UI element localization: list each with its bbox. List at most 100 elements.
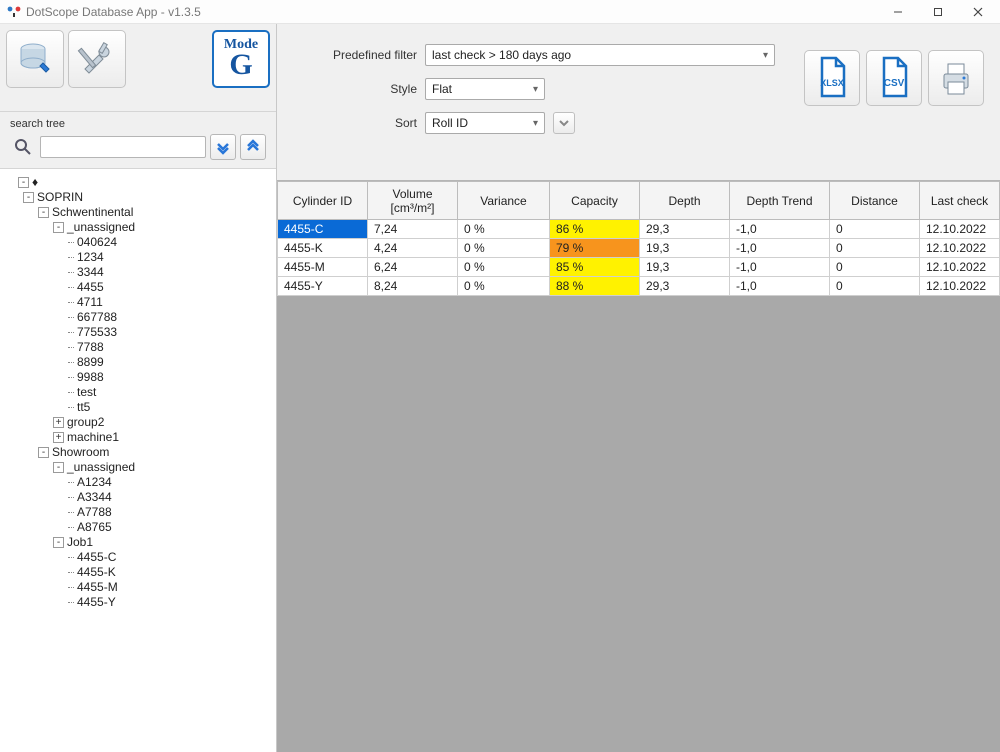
tree-item[interactable]: A1234: [77, 475, 112, 489]
table-cell[interactable]: 4455-M: [278, 258, 368, 277]
mode-g-button[interactable]: Mode G: [212, 30, 270, 88]
table-cell[interactable]: 0: [830, 239, 920, 258]
table-cell[interactable]: 4455-Y: [278, 277, 368, 296]
tree-item[interactable]: A8765: [77, 520, 112, 534]
sort-direction-button[interactable]: [553, 112, 575, 134]
table-cell[interactable]: -1,0: [730, 220, 830, 239]
maximize-button[interactable]: [918, 0, 958, 24]
table-cell[interactable]: 88 %: [550, 277, 640, 296]
table-cell[interactable]: 29,3: [640, 220, 730, 239]
tree-item[interactable]: 3344: [77, 265, 104, 279]
column-header[interactable]: Variance: [458, 182, 550, 220]
tree-expander[interactable]: +: [53, 417, 64, 428]
predefined-filter-select[interactable]: last check > 180 days ago ▾: [425, 44, 775, 66]
collapse-up-button[interactable]: [240, 134, 266, 160]
table-area[interactable]: Cylinder IDVolume[cm³/m²]VarianceCapacit…: [277, 180, 1000, 752]
table-row[interactable]: 4455-K4,240 %79 %19,3-1,0012.10.2022: [278, 239, 1000, 258]
tree-expander[interactable]: -: [53, 222, 64, 233]
tree-item[interactable]: SOPRIN: [37, 190, 83, 204]
tree-expander[interactable]: -: [53, 537, 64, 548]
table-cell[interactable]: 8,24: [368, 277, 458, 296]
tree-root[interactable]: ♦: [32, 175, 38, 189]
table-cell[interactable]: 4,24: [368, 239, 458, 258]
tree-expander[interactable]: -: [38, 447, 49, 458]
tree-view[interactable]: -♦-SOPRIN-Schwentinental-_unassigned0406…: [0, 169, 276, 752]
tree-item[interactable]: 667788: [77, 310, 117, 324]
table-cell[interactable]: 12.10.2022: [920, 239, 1000, 258]
table-cell[interactable]: 19,3: [640, 258, 730, 277]
table-cell[interactable]: -1,0: [730, 258, 830, 277]
table-cell[interactable]: 0 %: [458, 220, 550, 239]
export-xlsx-button[interactable]: XLSX: [804, 50, 860, 106]
table-cell[interactable]: -1,0: [730, 239, 830, 258]
tree-item[interactable]: Schwentinental: [52, 205, 133, 219]
tree-item[interactable]: A3344: [77, 490, 112, 504]
table-cell[interactable]: 0 %: [458, 258, 550, 277]
tree-item[interactable]: Job1: [67, 535, 93, 549]
sort-select[interactable]: Roll ID ▾: [425, 112, 545, 134]
tree-item[interactable]: 4455: [77, 280, 104, 294]
export-csv-button[interactable]: CSV: [866, 50, 922, 106]
tree-item[interactable]: tt5: [77, 400, 90, 414]
column-header[interactable]: Cylinder ID: [278, 182, 368, 220]
tree-item[interactable]: 1234: [77, 250, 104, 264]
tree-item[interactable]: 7788: [77, 340, 104, 354]
table-row[interactable]: 4455-M6,240 %85 %19,3-1,0012.10.2022: [278, 258, 1000, 277]
database-button[interactable]: [6, 30, 64, 88]
tree-item[interactable]: machine1: [67, 430, 119, 444]
search-input[interactable]: [40, 136, 206, 158]
column-header[interactable]: Distance: [830, 182, 920, 220]
table-cell[interactable]: 7,24: [368, 220, 458, 239]
table-cell[interactable]: 79 %: [550, 239, 640, 258]
table-cell[interactable]: 4455-C: [278, 220, 368, 239]
tree-item[interactable]: _unassigned: [67, 460, 135, 474]
data-table[interactable]: Cylinder IDVolume[cm³/m²]VarianceCapacit…: [277, 181, 1000, 296]
table-cell[interactable]: 12.10.2022: [920, 220, 1000, 239]
tree-item[interactable]: test: [77, 385, 96, 399]
print-button[interactable]: [928, 50, 984, 106]
minimize-button[interactable]: [878, 0, 918, 24]
table-cell[interactable]: 85 %: [550, 258, 640, 277]
tree-item[interactable]: 775533: [77, 325, 117, 339]
table-row[interactable]: 4455-Y8,240 %88 %29,3-1,0012.10.2022: [278, 277, 1000, 296]
table-cell[interactable]: 19,3: [640, 239, 730, 258]
column-header[interactable]: Last check: [920, 182, 1000, 220]
table-cell[interactable]: 12.10.2022: [920, 258, 1000, 277]
tree-expander[interactable]: -: [53, 462, 64, 473]
style-select[interactable]: Flat ▾: [425, 78, 545, 100]
table-cell[interactable]: 29,3: [640, 277, 730, 296]
table-cell[interactable]: 4455-K: [278, 239, 368, 258]
table-cell[interactable]: 0: [830, 220, 920, 239]
tools-button[interactable]: [68, 30, 126, 88]
table-cell[interactable]: 12.10.2022: [920, 277, 1000, 296]
table-cell[interactable]: -1,0: [730, 277, 830, 296]
column-header[interactable]: Depth: [640, 182, 730, 220]
table-cell[interactable]: 0: [830, 277, 920, 296]
column-header[interactable]: Depth Trend: [730, 182, 830, 220]
tree-item[interactable]: 8899: [77, 355, 104, 369]
tree-item[interactable]: _unassigned: [67, 220, 135, 234]
table-cell[interactable]: 6,24: [368, 258, 458, 277]
tree-item[interactable]: 040624: [77, 235, 117, 249]
tree-expander[interactable]: -: [23, 192, 34, 203]
table-cell[interactable]: 0 %: [458, 239, 550, 258]
table-row[interactable]: 4455-C7,240 %86 %29,3-1,0012.10.2022: [278, 220, 1000, 239]
tree-item[interactable]: 4455-K: [77, 565, 116, 579]
tree-expander[interactable]: -: [18, 177, 29, 188]
tree-item[interactable]: group2: [67, 415, 104, 429]
table-cell[interactable]: 0 %: [458, 277, 550, 296]
tree-expander[interactable]: -: [38, 207, 49, 218]
tree-item[interactable]: 4455-C: [77, 550, 116, 564]
table-cell[interactable]: 86 %: [550, 220, 640, 239]
tree-item[interactable]: 4711: [77, 295, 103, 309]
tree-item[interactable]: Showroom: [52, 445, 109, 459]
close-button[interactable]: [958, 0, 998, 24]
table-cell[interactable]: 0: [830, 258, 920, 277]
tree-item[interactable]: A7788: [77, 505, 112, 519]
tree-expander[interactable]: +: [53, 432, 64, 443]
tree-item[interactable]: 4455-Y: [77, 595, 116, 609]
column-header[interactable]: Volume[cm³/m²]: [368, 182, 458, 220]
tree-item[interactable]: 9988: [77, 370, 104, 384]
column-header[interactable]: Capacity: [550, 182, 640, 220]
tree-item[interactable]: 4455-M: [77, 580, 118, 594]
